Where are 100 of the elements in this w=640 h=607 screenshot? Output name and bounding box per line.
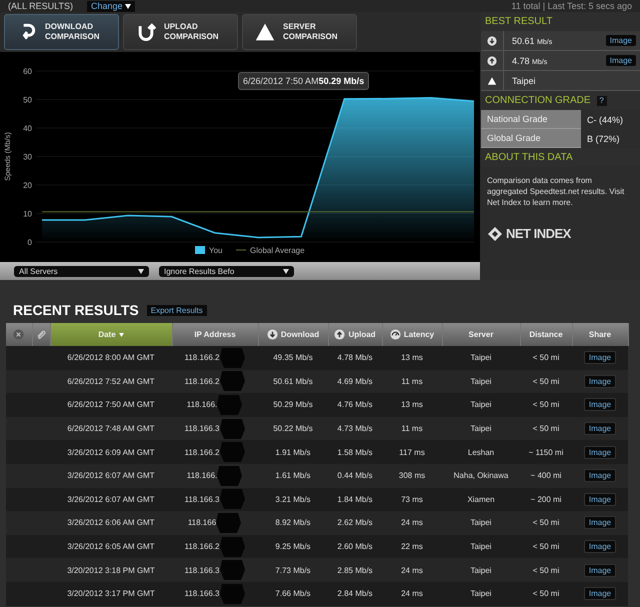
filter-dropdown[interactable]: Ignore Results Befo <box>159 266 294 276</box>
table-cell: 73 ms <box>382 488 442 512</box>
table-cell: 3/26/2012 6:09 AM GMT <box>50 440 172 464</box>
table-cell: 50.29 Mb/s <box>258 393 328 417</box>
image-button[interactable]: Image <box>584 374 616 388</box>
help-button[interactable]: ? <box>596 96 607 106</box>
column-header[interactable]: IP Address <box>172 323 258 346</box>
table-cell: 7.73 Mb/s <box>258 558 328 582</box>
image-button[interactable]: Image <box>584 446 616 459</box>
table-cell: 3.21 Mb/s <box>258 488 328 512</box>
grade-label: Global Grade <box>481 129 581 148</box>
caret-icon <box>124 4 131 8</box>
section-title: CONNECTION GRADE <box>485 95 591 106</box>
best-value: 50.61 <box>512 36 535 46</box>
table-cell: 13 ms <box>382 346 442 370</box>
column-header[interactable]: Distance <box>520 323 572 346</box>
change-button[interactable]: Change <box>87 0 135 12</box>
column-header[interactable]: Upload <box>328 323 382 346</box>
table-cell: Taipei <box>442 511 520 535</box>
table-cell: Leshan <box>442 440 520 464</box>
table-cell: 3/26/2012 6:06 AM GMT <box>50 511 172 535</box>
comparison-tab[interactable]: DOWNLOAD COMPARISON <box>4 14 119 50</box>
table-cell: 2.60 Mb/s <box>328 534 382 558</box>
paperclip-icon[interactable] <box>36 329 46 340</box>
column-header[interactable]: Server <box>442 323 520 346</box>
table-cell: 118.166.3 <box>184 589 220 598</box>
export-button[interactable]: Export Results <box>146 305 207 316</box>
image-button[interactable]: Image <box>606 55 636 66</box>
table-cell: 1.58 Mb/s <box>328 440 382 464</box>
table-cell: 1.61 Mb/s <box>258 464 328 488</box>
legend-swatch <box>195 246 205 254</box>
status-text: 11 total | Last Test: 5 secs ago <box>511 1 632 11</box>
comparison-tab[interactable]: UPLOAD COMPARISON <box>123 14 238 50</box>
table-cell: 118.166.2 <box>184 376 220 386</box>
header-icon-cell[interactable] <box>6 323 32 346</box>
table-cell: 6/26/2012 7:50 AM GMT <box>50 393 172 417</box>
filter-dropdown[interactable]: All Servers <box>14 266 149 276</box>
tick-label: 30 <box>23 152 32 162</box>
table-cell: 50.61 Mb/s <box>258 370 328 394</box>
caret-icon <box>283 268 289 274</box>
table-cell: 2.85 Mb/s <box>328 558 382 582</box>
table-cell: 4.69 Mb/s <box>328 370 382 394</box>
table-cell: 308 ms <box>382 464 442 488</box>
column-header[interactable]: Latency <box>382 323 442 346</box>
table-cell: 118.166. <box>186 471 218 480</box>
table-cell: < 50 mi <box>520 511 572 535</box>
image-button[interactable]: Image <box>584 540 616 554</box>
logo-text: NET INDEX <box>506 224 571 243</box>
table-cell: Taipei <box>442 370 520 394</box>
table-cell: Taipei <box>442 534 520 558</box>
table-cell: < 50 mi <box>520 370 572 394</box>
table-cell: 11 ms <box>382 370 442 394</box>
table-cell: ~ 200 mi <box>520 488 572 512</box>
table-cell: < 50 mi <box>520 346 572 370</box>
table-cell: 3/20/2012 3:17 PM GMT <box>50 582 172 606</box>
image-button[interactable]: Image <box>584 422 616 436</box>
table-cell: 3/26/2012 6:07 AM GMT <box>50 464 172 488</box>
table-cell: 9.25 Mb/s <box>258 534 328 558</box>
table-cell: 118.166. <box>186 400 218 410</box>
table-cell: 4.76 Mb/s <box>328 393 382 417</box>
legend-label: You <box>209 246 222 255</box>
image-button[interactable]: Image <box>606 35 636 46</box>
tick-label: 40 <box>23 124 32 133</box>
table-cell: 1.91 Mb/s <box>258 440 328 464</box>
image-button[interactable]: Image <box>584 398 616 412</box>
header-icon-cell[interactable] <box>32 323 50 346</box>
upload-icon <box>487 56 497 66</box>
upload-icon <box>334 329 346 340</box>
table-cell: 24 ms <box>382 558 442 582</box>
table-cell: 3/26/2012 6:07 AM GMT <box>50 488 172 512</box>
table-cell: 0.44 Mb/s <box>328 464 382 488</box>
image-button[interactable]: Image <box>584 516 616 530</box>
image-button[interactable]: Image <box>584 587 616 600</box>
table-cell: 8.92 Mb/s <box>258 511 328 535</box>
close-icon[interactable] <box>13 329 24 340</box>
results-label: (ALL RESULTS) <box>8 1 74 11</box>
tick-label: 20 <box>23 181 32 190</box>
tick-label: 0 <box>28 238 32 247</box>
best-value: 4.78 <box>512 56 530 66</box>
table-cell: < 50 mi <box>520 393 572 417</box>
image-button[interactable]: Image <box>584 469 616 482</box>
comparison-tab[interactable]: SERVER COMPARISON <box>242 14 357 50</box>
table-cell: 6/26/2012 7:52 AM GMT <box>50 370 172 394</box>
tick-label: 60 <box>23 67 32 76</box>
table-cell: 3/26/2012 6:05 AM GMT <box>50 534 172 558</box>
image-button[interactable]: Image <box>584 351 616 364</box>
table-cell: 118.166.3 <box>184 566 220 575</box>
column-header[interactable]: Share <box>572 323 628 346</box>
table-cell: 118.166.2 <box>184 542 220 552</box>
image-button[interactable]: Image <box>584 492 616 506</box>
grade-value: B (72%) <box>581 129 640 148</box>
chart-tooltip: 6/26/2012 7:50 AM50.29 Mb/s <box>238 72 370 90</box>
image-button[interactable]: Image <box>584 564 616 577</box>
column-header[interactable]: Download <box>258 323 328 346</box>
table-cell: 11 ms <box>382 416 442 440</box>
table-cell: 4.73 Mb/s <box>328 416 382 440</box>
table-cell: 118.166.2 <box>184 353 220 362</box>
table-cell: Xiamen <box>442 488 520 512</box>
best-value: Taipei <box>512 76 536 86</box>
gauge-icon <box>390 329 401 340</box>
